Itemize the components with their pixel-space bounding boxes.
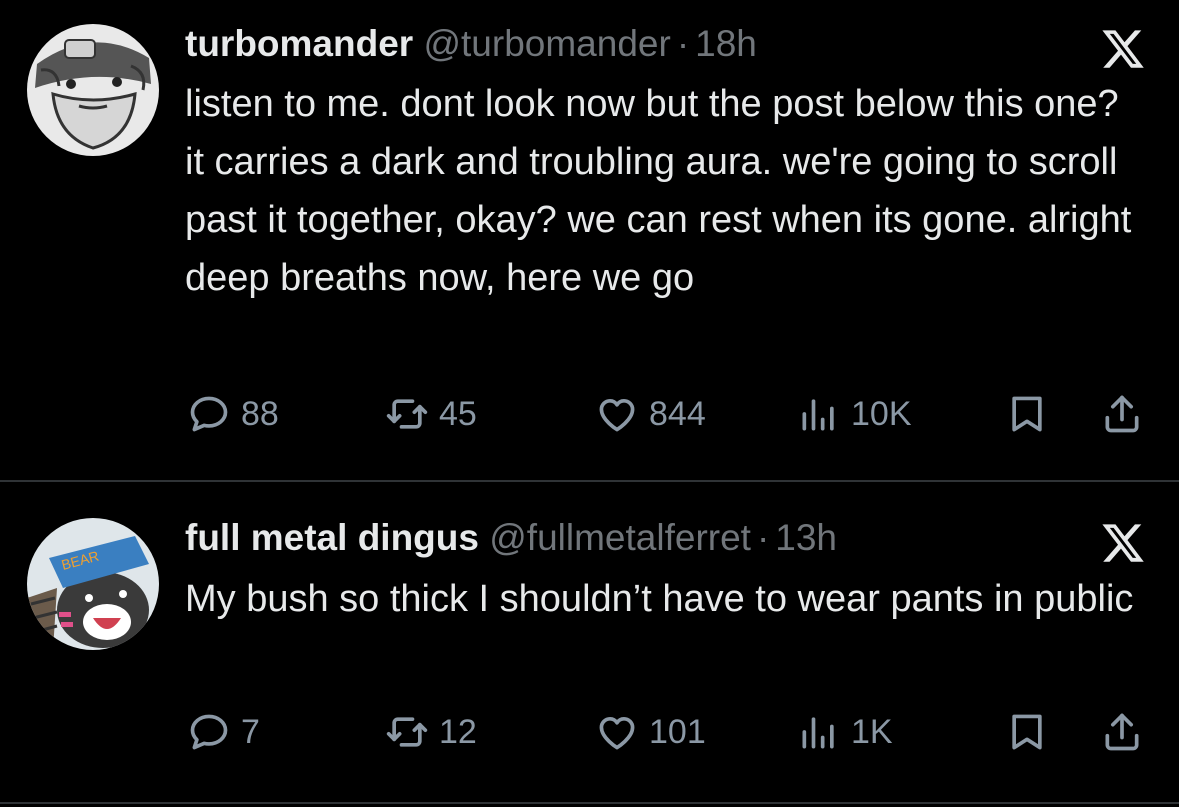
views-button[interactable]: 10K [797, 390, 912, 438]
timestamp[interactable]: 18h [695, 23, 757, 64]
like-button[interactable]: 101 [595, 708, 706, 756]
share-button[interactable] [1100, 390, 1144, 438]
avatar[interactable]: BEAR [27, 518, 159, 650]
tweet-divider [0, 802, 1179, 804]
repost-count: 45 [439, 394, 477, 433]
avatar[interactable] [27, 24, 159, 156]
bookmark-icon [1012, 396, 1042, 432]
repost-button[interactable]: 45 [385, 390, 477, 438]
tweet[interactable]: BEAR full metal dingus @fullmetalferret ·… [0, 482, 1179, 800]
like-count: 844 [649, 394, 706, 433]
reply-count: 7 [241, 712, 260, 751]
like-icon [599, 716, 635, 750]
views-count: 1K [851, 712, 893, 751]
share-button[interactable] [1100, 708, 1144, 756]
separator-dot: · [756, 517, 770, 558]
reply-icon [190, 396, 228, 432]
timestamp[interactable]: 13h [775, 517, 837, 558]
user-handle[interactable]: @turbomander [423, 23, 670, 64]
like-button[interactable]: 844 [595, 390, 706, 438]
reply-button[interactable]: 7 [187, 708, 260, 756]
user-handle[interactable]: @fullmetalferret [489, 517, 751, 558]
views-icon [802, 717, 834, 749]
repost-icon [386, 717, 428, 747]
separator-dot: · [676, 23, 690, 64]
tweet-text: My bush so thick I shouldn’t have to wea… [185, 578, 1134, 620]
repost-icon [386, 399, 428, 429]
share-icon [1105, 713, 1139, 751]
like-count: 101 [649, 712, 706, 751]
tweet-header: full metal dingus @fullmetalferret · 13h [185, 516, 837, 560]
avatar-image: BEAR [27, 518, 159, 650]
views-count: 10K [851, 394, 912, 433]
share-icon [1105, 395, 1139, 433]
action-bar: 88 45 844 10K [185, 390, 1150, 438]
tweet[interactable]: turbomander @turbomander · 18h listen to m… [0, 0, 1179, 480]
reply-icon [190, 714, 228, 750]
bookmark-button[interactable] [1005, 708, 1049, 756]
x-logo-icon [1102, 524, 1144, 562]
display-name[interactable]: turbomander [185, 23, 413, 64]
views-button[interactable]: 1K [797, 708, 893, 756]
tweet-header: turbomander @turbomander · 18h [185, 22, 757, 66]
like-icon [599, 398, 635, 432]
reply-button[interactable]: 88 [187, 390, 279, 438]
bookmark-button[interactable] [1005, 390, 1049, 438]
display-name[interactable]: full metal dingus [185, 517, 479, 558]
repost-button[interactable]: 12 [385, 708, 477, 756]
reply-count: 88 [241, 394, 279, 433]
bookmark-icon [1012, 714, 1042, 750]
action-bar: 7 12 101 1K [185, 708, 1150, 756]
avatar-image [27, 24, 159, 156]
x-logo-icon [1102, 30, 1144, 68]
tweet-text: listen to me. dont look now but the post… [185, 83, 1132, 299]
repost-count: 12 [439, 712, 477, 751]
views-icon [802, 399, 834, 431]
